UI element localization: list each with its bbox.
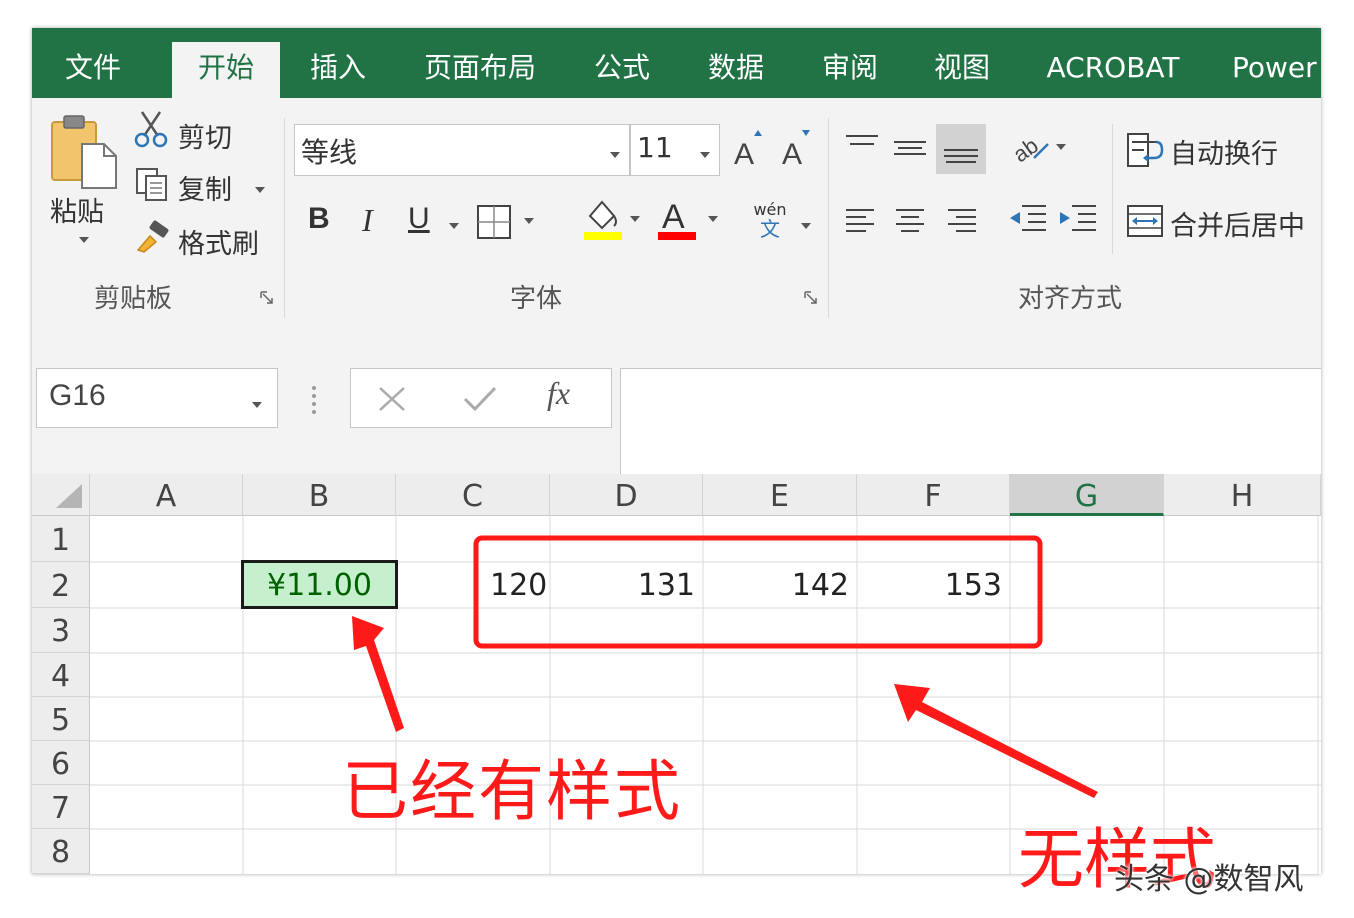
arrow-to-styled-cell [352,616,404,732]
annotation-styled-label: 已经有样式 [342,753,682,830]
arrow-to-unstyled-cells [894,684,1098,798]
watermark: 头条 @数智风 [1114,862,1304,897]
highlight-rectangle [473,535,1043,649]
